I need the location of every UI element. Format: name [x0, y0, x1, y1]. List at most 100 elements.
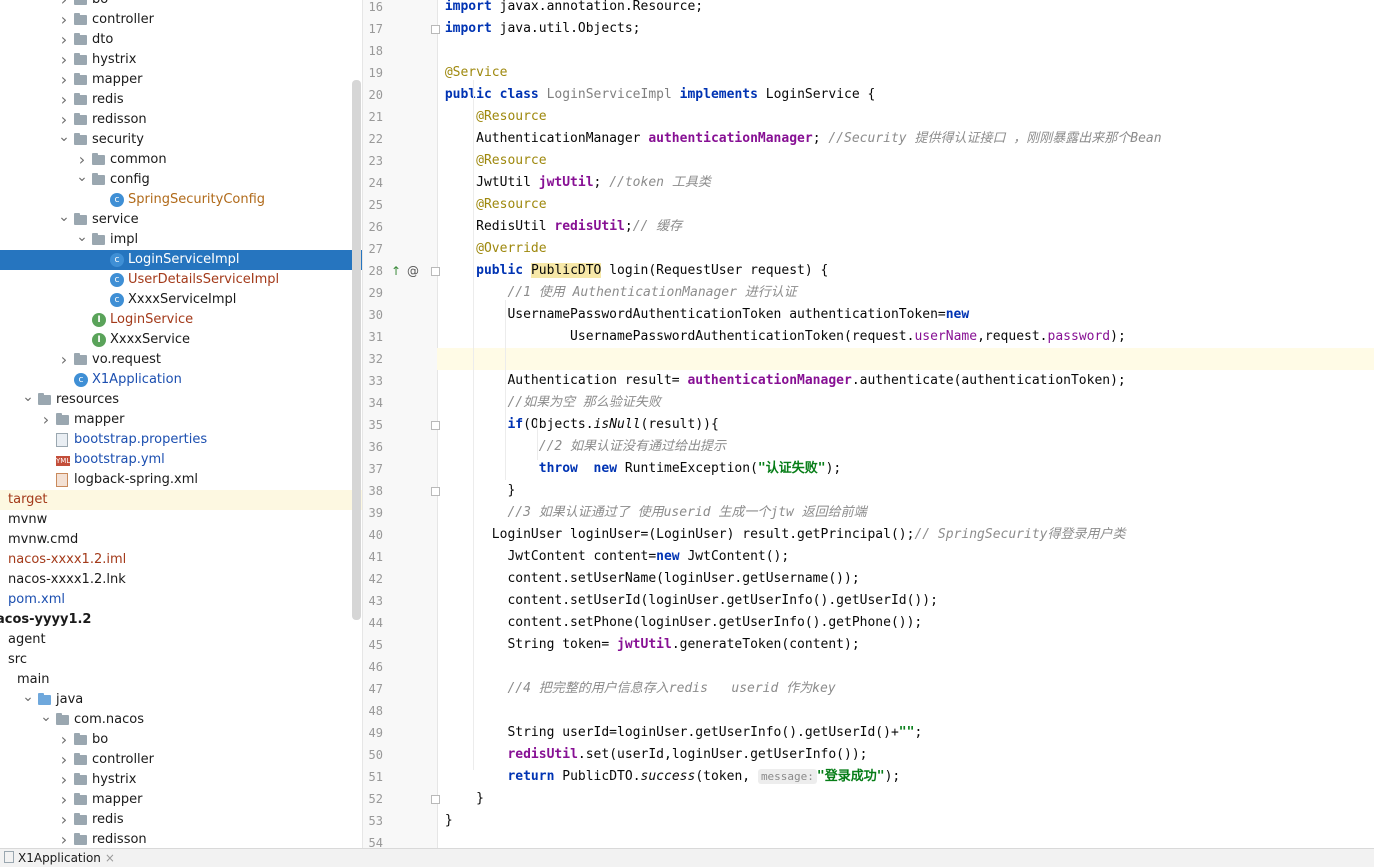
code-line[interactable]: RedisUtil redisUtil;// 缓存 — [437, 216, 1374, 238]
tree-item[interactable]: › vo.request — [0, 350, 362, 370]
tree-item[interactable]: pom.xml — [0, 590, 362, 610]
tree-item[interactable]: I XxxxService — [0, 330, 362, 350]
chevron-right-icon[interactable]: › — [58, 0, 70, 10]
chevron-right-icon[interactable]: › — [58, 730, 70, 750]
code-line[interactable]: return PublicDTO.success(token, message:… — [437, 766, 1374, 788]
tree-item[interactable]: › hystrix — [0, 50, 362, 70]
chevron-down-icon[interactable]: ⌄ — [58, 210, 70, 230]
code-line[interactable] — [437, 832, 1374, 848]
tree-item[interactable]: › dto — [0, 30, 362, 50]
code-line[interactable]: //如果为空 那么验证失败 — [437, 392, 1374, 414]
chevron-right-icon[interactable]: › — [58, 830, 70, 848]
code-line[interactable]: Authentication result= authenticationMan… — [437, 370, 1374, 392]
tree-item[interactable]: ⌄ config — [0, 170, 362, 190]
tree-item[interactable]: › common — [0, 150, 362, 170]
code-line[interactable] — [437, 348, 1374, 370]
tab-x1application[interactable]: X1Application × — [0, 849, 115, 867]
tree-item[interactable]: › hystrix — [0, 770, 362, 790]
code-line[interactable]: LoginUser loginUser=(LoginUser) result.g… — [437, 524, 1374, 546]
tree-item[interactable]: logback-spring.xml — [0, 470, 362, 490]
code-line[interactable]: @Resource — [437, 106, 1374, 128]
tree-item[interactable]: › bo — [0, 0, 362, 10]
code-line[interactable]: UsernamePasswordAuthenticationToken auth… — [437, 304, 1374, 326]
code-line[interactable]: AuthenticationManager authenticationMana… — [437, 128, 1374, 150]
code-line[interactable]: } — [437, 810, 1374, 832]
code-line[interactable]: content.setPhone(loginUser.getUserInfo()… — [437, 612, 1374, 634]
chevron-right-icon[interactable]: › — [58, 750, 70, 770]
chevron-right-icon[interactable]: › — [58, 50, 70, 70]
tree-item[interactable]: ⌄ service — [0, 210, 362, 230]
code-line[interactable]: //4 把完整的用户信息存入redis userid 作为key — [437, 678, 1374, 700]
tree-item[interactable]: ⌄ java — [0, 690, 362, 710]
tree-item[interactable]: main — [0, 670, 362, 690]
code-line[interactable]: UsernamePasswordAuthenticationToken(requ… — [437, 326, 1374, 348]
chevron-right-icon[interactable]: › — [58, 30, 70, 50]
tree-item[interactable]: › mapper — [0, 410, 362, 430]
code-line[interactable]: import javax.annotation.Resource; — [437, 0, 1374, 18]
code-line[interactable]: //1 使用 AuthenticationManager 进行认证 — [437, 282, 1374, 304]
tree-item[interactable]: › controller — [0, 750, 362, 770]
tree-item[interactable]: c X1Application — [0, 370, 362, 390]
override-icon[interactable]: @ — [407, 260, 419, 282]
tree-item[interactable]: I LoginService — [0, 310, 362, 330]
tree-item[interactable]: ⌄ security — [0, 130, 362, 150]
tree-item[interactable]: bootstrap.properties — [0, 430, 362, 450]
code-line[interactable]: throw new RuntimeException("认证失败"); — [437, 458, 1374, 480]
chevron-right-icon[interactable]: › — [58, 770, 70, 790]
tree-item[interactable]: c LoginServiceImpl — [0, 250, 362, 270]
tree-item[interactable]: nacos-xxxx1.2.iml — [0, 550, 362, 570]
tree-item[interactable]: › redisson — [0, 110, 362, 130]
code-line[interactable] — [437, 700, 1374, 722]
tree-item[interactable]: c UserDetailsServiceImpl — [0, 270, 362, 290]
chevron-right-icon[interactable]: › — [58, 350, 70, 370]
chevron-down-icon[interactable]: ⌄ — [22, 390, 34, 410]
tree-item[interactable]: c XxxxServiceImpl — [0, 290, 362, 310]
code-line[interactable]: @Resource — [437, 194, 1374, 216]
tree-item[interactable]: › redis — [0, 810, 362, 830]
code-line[interactable]: String token= jwtUtil.generateToken(cont… — [437, 634, 1374, 656]
implements-method-icon[interactable]: ↑ — [391, 260, 401, 282]
tree-item[interactable]: ⌄ com.nacos — [0, 710, 362, 730]
tree-item[interactable]: › bo — [0, 730, 362, 750]
tree-item[interactable]: › controller — [0, 10, 362, 30]
tree-item[interactable]: › mapper — [0, 790, 362, 810]
code-line[interactable]: //3 如果认证通过了 使用userid 生成一个jtw 返回给前端 — [437, 502, 1374, 524]
code-line[interactable]: JwtUtil jwtUtil; //token 工具类 — [437, 172, 1374, 194]
project-tree[interactable]: ›bo›controller›dto›hystrix›mapper›redis›… — [0, 0, 362, 848]
chevron-right-icon[interactable]: › — [58, 810, 70, 830]
tree-item[interactable]: src — [0, 650, 362, 670]
tree-item[interactable]: acos-yyyy1.2 — [0, 610, 362, 630]
chevron-right-icon[interactable]: › — [76, 150, 88, 170]
code-line[interactable]: @Service — [437, 62, 1374, 84]
close-icon[interactable]: × — [105, 851, 115, 865]
chevron-down-icon[interactable]: ⌄ — [58, 130, 70, 150]
code-line[interactable]: } — [437, 788, 1374, 810]
tree-item[interactable]: nacos-xxxx1.2.lnk — [0, 570, 362, 590]
code-line[interactable] — [437, 40, 1374, 62]
code-line[interactable] — [437, 656, 1374, 678]
code-editor[interactable]: import javax.annotation.Resource; import… — [437, 0, 1374, 848]
tree-scrollbar[interactable] — [352, 80, 361, 620]
code-line[interactable]: String userId=loginUser.getUserInfo().ge… — [437, 722, 1374, 744]
tree-item[interactable]: › redis — [0, 90, 362, 110]
code-line[interactable]: redisUtil.set(userId,loginUser.getUserIn… — [437, 744, 1374, 766]
chevron-right-icon[interactable]: › — [58, 90, 70, 110]
tree-item[interactable]: mvnw.cmd — [0, 530, 362, 550]
code-line[interactable]: public PublicDTO login(RequestUser reque… — [437, 260, 1374, 282]
chevron-right-icon[interactable]: › — [40, 410, 52, 430]
chevron-right-icon[interactable]: › — [58, 70, 70, 90]
tree-item[interactable]: c SpringSecurityConfig — [0, 190, 362, 210]
code-line[interactable]: if(Objects.isNull(result)){ — [437, 414, 1374, 436]
tree-item[interactable]: › mapper — [0, 70, 362, 90]
tree-item[interactable]: ⌄ impl — [0, 230, 362, 250]
code-line[interactable]: content.setUserId(loginUser.getUserInfo(… — [437, 590, 1374, 612]
code-line[interactable]: @Resource — [437, 150, 1374, 172]
code-line[interactable]: @Override — [437, 238, 1374, 260]
chevron-right-icon[interactable]: › — [58, 110, 70, 130]
code-line[interactable]: public class LoginServiceImpl implements… — [437, 84, 1374, 106]
chevron-right-icon[interactable]: › — [58, 10, 70, 30]
tree-item[interactable]: ⌄ resources — [0, 390, 362, 410]
chevron-down-icon[interactable]: ⌄ — [76, 170, 88, 190]
chevron-down-icon[interactable]: ⌄ — [40, 710, 52, 730]
tree-item[interactable]: agent — [0, 630, 362, 650]
